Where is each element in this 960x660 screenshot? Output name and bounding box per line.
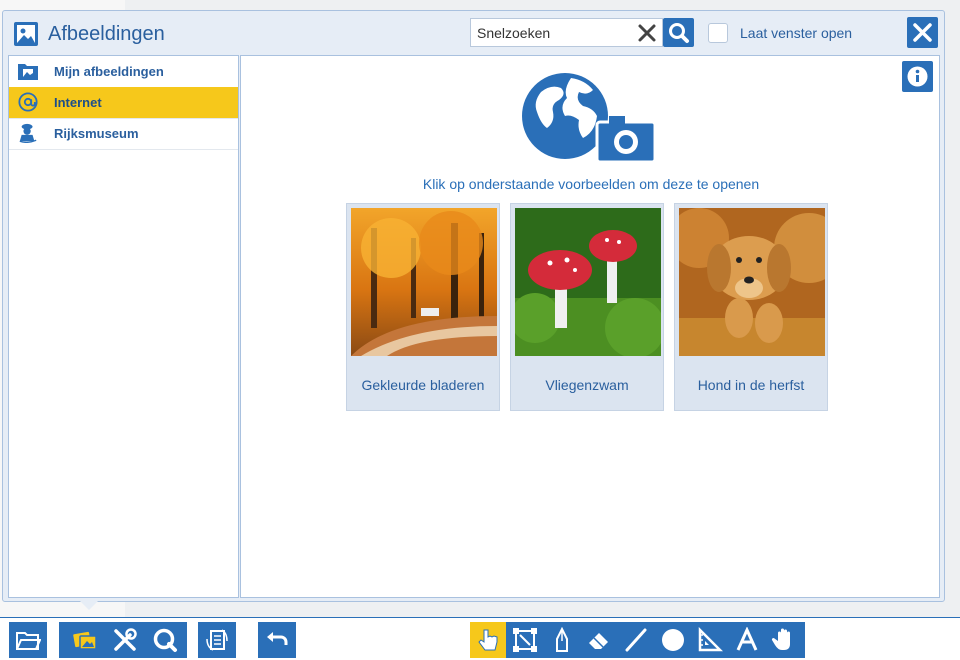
- example-caption: Vliegenzwam: [545, 377, 629, 393]
- pen-icon: [556, 627, 568, 652]
- keep-open-checkbox[interactable]: [708, 23, 728, 43]
- dialog-title: Afbeeldingen: [48, 23, 165, 45]
- select-tool-button[interactable]: [507, 622, 543, 658]
- search-icon: [669, 23, 689, 43]
- sidebar-item-internet[interactable]: Internet: [9, 87, 238, 119]
- shape-tool-button[interactable]: [655, 622, 691, 658]
- quick-search: [470, 18, 663, 47]
- tools-icon: [114, 628, 137, 651]
- undo-button[interactable]: [259, 622, 295, 658]
- mushrooms-image: [515, 208, 661, 356]
- example-card-dog-autumn[interactable]: Hond in de herfst: [674, 203, 828, 411]
- line-icon: [625, 628, 647, 652]
- toolbar-group-undo: [258, 622, 296, 658]
- example-card-autumn-leaves[interactable]: Gekleurde bladeren: [346, 203, 500, 411]
- text-icon: [736, 627, 758, 651]
- tools-button[interactable]: [107, 622, 143, 658]
- examples-hint: Klik op onderstaande voorbeelden om deze…: [422, 176, 760, 192]
- source-sidebar: Mijn afbeeldingen Internet Rijksmuseum: [8, 55, 239, 598]
- sidebar-item-label: Rijksmuseum: [54, 126, 139, 141]
- example-caption: Hond in de herfst: [697, 377, 805, 393]
- page-rotate-icon: [206, 629, 228, 651]
- pan-tool-button[interactable]: [766, 622, 802, 658]
- close-icon: [913, 23, 932, 42]
- ruler-tool-button[interactable]: [692, 622, 728, 658]
- pan-hand-icon: [771, 628, 790, 650]
- globe-camera-icon: [522, 73, 656, 164]
- close-button[interactable]: [907, 17, 938, 48]
- pen-tool-button[interactable]: [544, 622, 580, 658]
- museum-icon: [19, 123, 37, 143]
- bottom-toolbar: [0, 617, 960, 660]
- info-icon: [907, 66, 928, 87]
- sidebar-item-my-images[interactable]: Mijn afbeeldingen: [9, 56, 238, 88]
- pointer-tool-button[interactable]: [470, 622, 506, 658]
- page-button[interactable]: [199, 622, 235, 658]
- examples-panel: Klik op onderstaande voorbeelden om deze…: [240, 55, 940, 598]
- keep-open-label: Laat venster open: [740, 25, 853, 41]
- images-button[interactable]: [67, 622, 103, 658]
- select-rectangle-icon: [513, 628, 537, 652]
- circle-icon: [662, 629, 684, 651]
- images-dialog: Afbeeldingen Laat venster open: [2, 10, 945, 602]
- line-tool-button[interactable]: [618, 622, 654, 658]
- undo-icon: [267, 632, 288, 645]
- toolbar-group-media: [59, 622, 187, 658]
- search-button[interactable]: [663, 18, 694, 47]
- open-button[interactable]: [10, 622, 46, 658]
- keep-window-open-toggle[interactable]: Laat venster open: [708, 22, 852, 44]
- example-card-fly-agaric[interactable]: Vliegenzwam: [510, 203, 664, 411]
- info-button[interactable]: [902, 61, 933, 92]
- dialog-pointer: [80, 601, 98, 610]
- toolbar-group-file: [9, 622, 47, 658]
- autumn-park-image: [351, 208, 497, 356]
- zoom-icon: [153, 628, 177, 652]
- ruler-triangle-icon: [698, 627, 723, 652]
- sidebar-item-label: Mijn afbeeldingen: [54, 64, 164, 79]
- sidebar-item-label: Internet: [54, 95, 102, 110]
- at-sign-icon: [18, 92, 38, 112]
- dog-image: [679, 208, 825, 356]
- text-tool-button[interactable]: [729, 622, 765, 658]
- open-folder-icon: [16, 632, 41, 650]
- pointer-hand-icon: [478, 629, 498, 651]
- clear-search-icon[interactable]: [637, 23, 657, 43]
- dialog-header: Afbeeldingen Laat venster open: [3, 11, 944, 55]
- eraser-icon: [589, 633, 608, 649]
- example-caption: Gekleurde bladeren: [361, 377, 485, 393]
- toolbar-group-drawing: [470, 622, 805, 658]
- zoom-button[interactable]: [147, 622, 183, 658]
- folder-image-icon: [18, 64, 38, 80]
- photos-icon: [73, 631, 97, 650]
- eraser-tool-button[interactable]: [581, 622, 617, 658]
- sidebar-item-rijksmuseum[interactable]: Rijksmuseum: [9, 118, 238, 150]
- toolbar-group-page: [198, 622, 236, 658]
- image-icon: [14, 22, 38, 46]
- search-input[interactable]: [477, 23, 627, 43]
